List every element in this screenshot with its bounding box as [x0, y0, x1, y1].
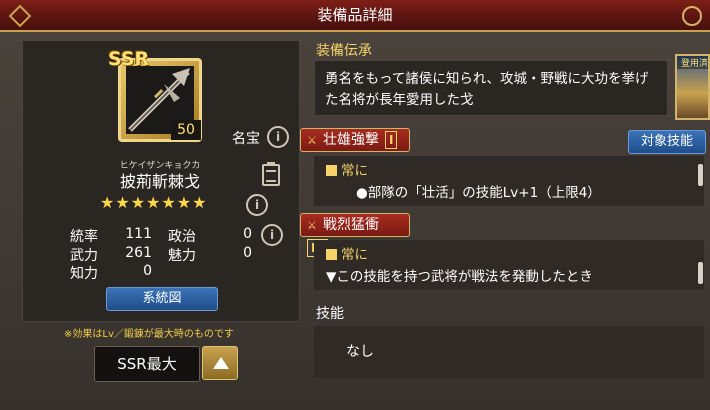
skill-condition: 常に — [341, 163, 368, 179]
rarity-select[interactable]: SSR最大 — [94, 346, 200, 382]
chevron-up-button[interactable] — [202, 346, 238, 380]
sword-icon: ⚔ — [307, 134, 317, 147]
scrollbar-thumb[interactable] — [698, 164, 703, 186]
skill-name: 戦烈猛衝 — [323, 217, 379, 233]
skill-tag-2[interactable]: ⚔戦烈猛衝Ⅳ — [300, 213, 410, 257]
stat-label-politics: 政治 — [168, 229, 196, 245]
level-badge: 50 — [171, 120, 201, 140]
character-portrait[interactable]: 登用済 — [675, 54, 710, 120]
character-status-label: 登用済 — [677, 56, 708, 69]
bullet-square-icon — [326, 165, 337, 176]
title-ornament-left — [8, 4, 32, 28]
skill-effect-text: ●部隊の「壮活」の技能Lv+1（上限4） — [356, 185, 601, 201]
stat-value-intelligence: 0 — [143, 263, 152, 279]
lineage-button[interactable]: 系統図 — [106, 287, 218, 311]
info-icon[interactable]: i — [261, 224, 283, 246]
stat-label-leadership: 統率 — [70, 229, 98, 245]
legend-title: 装備伝承 — [316, 43, 372, 59]
settings-icon[interactable] — [682, 6, 702, 26]
info-icon[interactable]: i — [246, 194, 268, 216]
stat-value-politics: 0 — [243, 226, 252, 242]
title-bar: 装備品詳細 — [0, 0, 710, 32]
info-icon[interactable]: i — [267, 126, 289, 148]
skill-section-title: 技能 — [316, 306, 344, 322]
skill-section-value: なし — [314, 326, 704, 378]
clipboard-icon[interactable] — [262, 162, 280, 186]
max-effect-note: ※効果はLv／鍛錬が最大時のものです — [64, 329, 234, 340]
scrollbar-thumb[interactable] — [698, 262, 703, 284]
page-title: 装備品詳細 — [317, 6, 393, 24]
rarity-badge: SSR — [108, 48, 150, 70]
stat-label-charisma: 魅力 — [168, 248, 196, 264]
target-skill-button[interactable]: 対象技能 — [628, 130, 706, 154]
item-name: 披荊斬棘戈 — [119, 172, 200, 191]
skill-effect-2: 常に ▼この技能を持つ武将が戦法を発動したとき — [314, 240, 704, 290]
stat-value-charisma: 0 — [243, 245, 252, 261]
meiho-label: 名宝 — [232, 131, 260, 147]
skill-effect-1: 常に ●部隊の「壮活」の技能Lv+1（上限4） — [314, 156, 704, 206]
skill-tag-1[interactable]: ⚔ 壮雄強撃 Ⅰ — [300, 128, 410, 152]
skill-name: 壮雄強撃 — [323, 132, 379, 148]
legend-description: 勇名をもって諸侯に知られ、攻城・野戦に大功を挙げた名将が長年愛用した戈 — [314, 60, 668, 116]
sword-icon: ⚔ — [307, 219, 317, 232]
stat-value-strength: 261 — [125, 245, 152, 261]
stat-value-leadership: 111 — [125, 226, 152, 242]
skill-rank: Ⅰ — [385, 131, 398, 149]
skill-condition: 常に — [341, 247, 368, 263]
stat-label-strength: 武力 — [70, 248, 98, 264]
skill-effect-text: ▼この技能を持つ武将が戦法を発動したとき — [326, 269, 593, 285]
star-rating: ★★★★★★★ — [100, 193, 208, 212]
stat-label-intelligence: 知力 — [70, 266, 98, 282]
bullet-square-icon — [326, 249, 337, 260]
